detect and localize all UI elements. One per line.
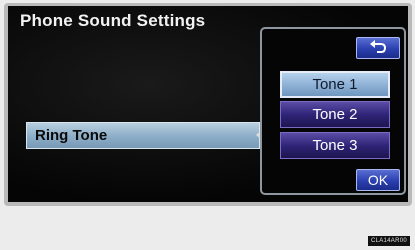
ok-button[interactable]: OK — [356, 169, 400, 191]
image-code-label: CLA14AR00 — [367, 236, 410, 246]
return-arrow-icon — [370, 40, 387, 53]
ring-tone-label: Ring Tone — [35, 127, 108, 144]
tone-option-1[interactable]: Tone 1 — [280, 71, 390, 98]
back-button[interactable] — [356, 37, 400, 59]
tone-option-3[interactable]: Tone 3 — [280, 132, 390, 159]
ring-tone-row[interactable]: Ring Tone — [26, 122, 260, 149]
display-screen: Phone Sound Settings Ring Tone Tone 1 To… — [8, 6, 408, 202]
page-title: Phone Sound Settings — [20, 11, 206, 30]
tone-selection-popup: Tone 1 Tone 2 Tone 3 OK — [260, 27, 406, 195]
tone-option-2[interactable]: Tone 2 — [280, 101, 390, 128]
